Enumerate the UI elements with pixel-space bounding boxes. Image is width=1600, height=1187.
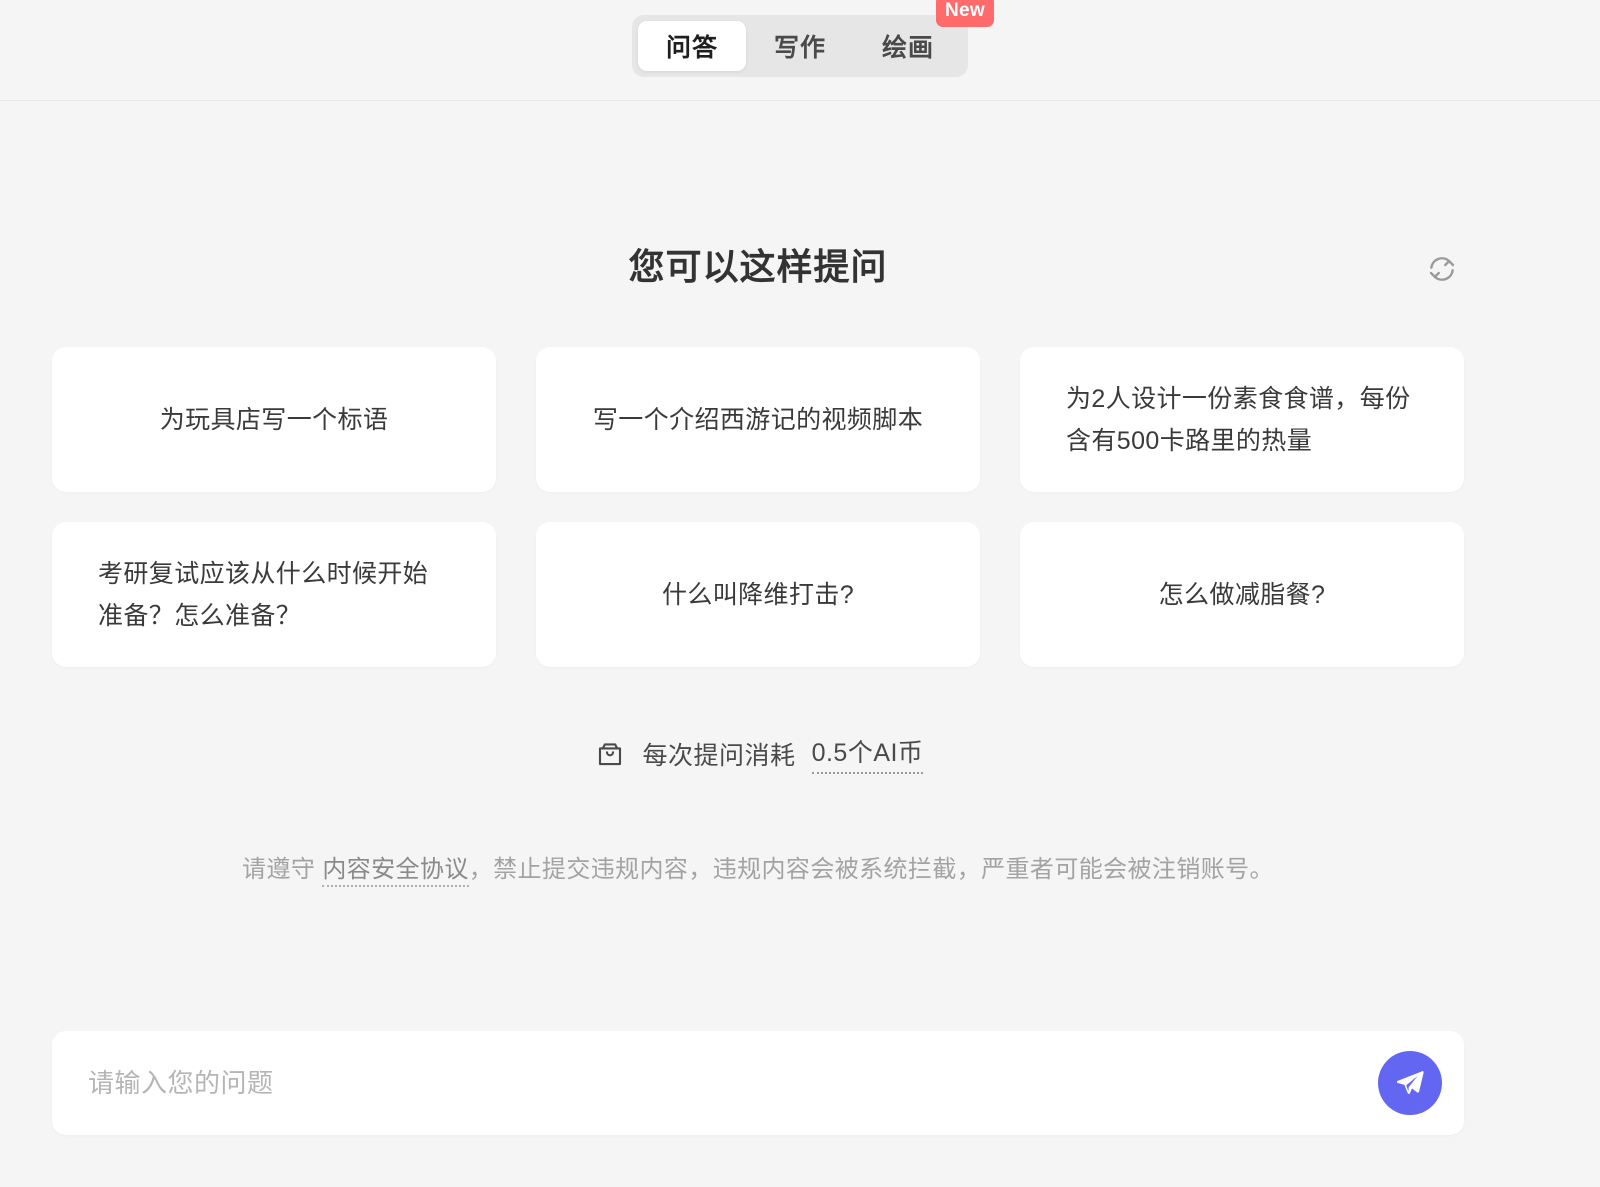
- suggestion-card-3[interactable]: 为2人设计一份素食食谱，每份含有500卡路里的热量: [1020, 347, 1464, 492]
- new-badge: New: [936, 0, 994, 27]
- suggestion-card-grid: 为玩具店写一个标语 写一个介绍西游记的视频脚本 为2人设计一份素食食谱，每份含有…: [52, 347, 1464, 667]
- refresh-suggestions-button[interactable]: [1420, 247, 1464, 291]
- suggestion-card-2-text: 写一个介绍西游记的视频脚本: [582, 399, 934, 441]
- top-tab-bar: 问答 写作 绘画 New: [0, 0, 1600, 101]
- suggestion-card-6-text: 怎么做减脂餐?: [1066, 574, 1418, 616]
- tab-qa-label: 问答: [666, 28, 718, 64]
- suggestion-card-1[interactable]: 为玩具店写一个标语: [52, 347, 496, 492]
- suggestion-card-2[interactable]: 写一个介绍西游记的视频脚本: [536, 347, 980, 492]
- tab-drawing[interactable]: 绘画 New: [854, 21, 962, 71]
- cost-prefix-label: 每次提问消耗: [643, 736, 796, 772]
- policy-suffix-label: ，禁止提交违规内容，违规内容会被系统拦截，严重者可能会被注销账号。: [469, 856, 1274, 883]
- suggestion-card-6[interactable]: 怎么做减脂餐?: [1020, 522, 1464, 667]
- suggestion-card-3-text: 为2人设计一份素食食谱，每份含有500卡路里的热量: [1066, 378, 1418, 462]
- policy-notice: 请遵守 内容安全协议，禁止提交违规内容，违规内容会被系统拦截，严重者可能会被注销…: [0, 849, 1516, 884]
- suggestion-card-5-text: 什么叫降维打击?: [582, 574, 934, 616]
- content-safety-agreement-link[interactable]: 内容安全协议: [322, 856, 468, 887]
- send-button[interactable]: [1378, 1051, 1442, 1115]
- suggestion-card-4[interactable]: 考研复试应该从什么时候开始准备？怎么准备？: [52, 522, 496, 667]
- question-composer: [52, 1031, 1464, 1135]
- suggestion-card-1-text: 为玩具店写一个标语: [98, 399, 450, 441]
- tab-qa[interactable]: 问答: [638, 21, 746, 71]
- refresh-icon: [1427, 254, 1457, 284]
- policy-prefix-label: 请遵守: [242, 856, 315, 883]
- shopping-bag-icon: [593, 737, 627, 771]
- send-paper-plane-icon: [1394, 1067, 1426, 1099]
- cost-notice: 每次提问消耗 0.5个AI币: [0, 733, 1516, 774]
- suggestion-card-5[interactable]: 什么叫降维打击?: [536, 522, 980, 667]
- question-input[interactable]: [52, 1031, 1378, 1135]
- page-title: 您可以这样提问: [52, 241, 1464, 293]
- tab-writing[interactable]: 写作: [746, 21, 854, 71]
- main-content: 您可以这样提问 为玩具店写一个标语 写一个介绍西游记的视频脚本 为2人设计一份素…: [0, 101, 1600, 1187]
- cost-amount-label[interactable]: 0.5个AI币: [812, 733, 924, 774]
- tab-writing-label: 写作: [774, 28, 826, 64]
- tab-drawing-label: 绘画: [882, 28, 934, 64]
- suggestion-card-4-text: 考研复试应该从什么时候开始准备？怎么准备？: [98, 553, 450, 637]
- heading-row: 您可以这样提问: [52, 241, 1464, 301]
- tab-group: 问答 写作 绘画 New: [632, 15, 968, 77]
